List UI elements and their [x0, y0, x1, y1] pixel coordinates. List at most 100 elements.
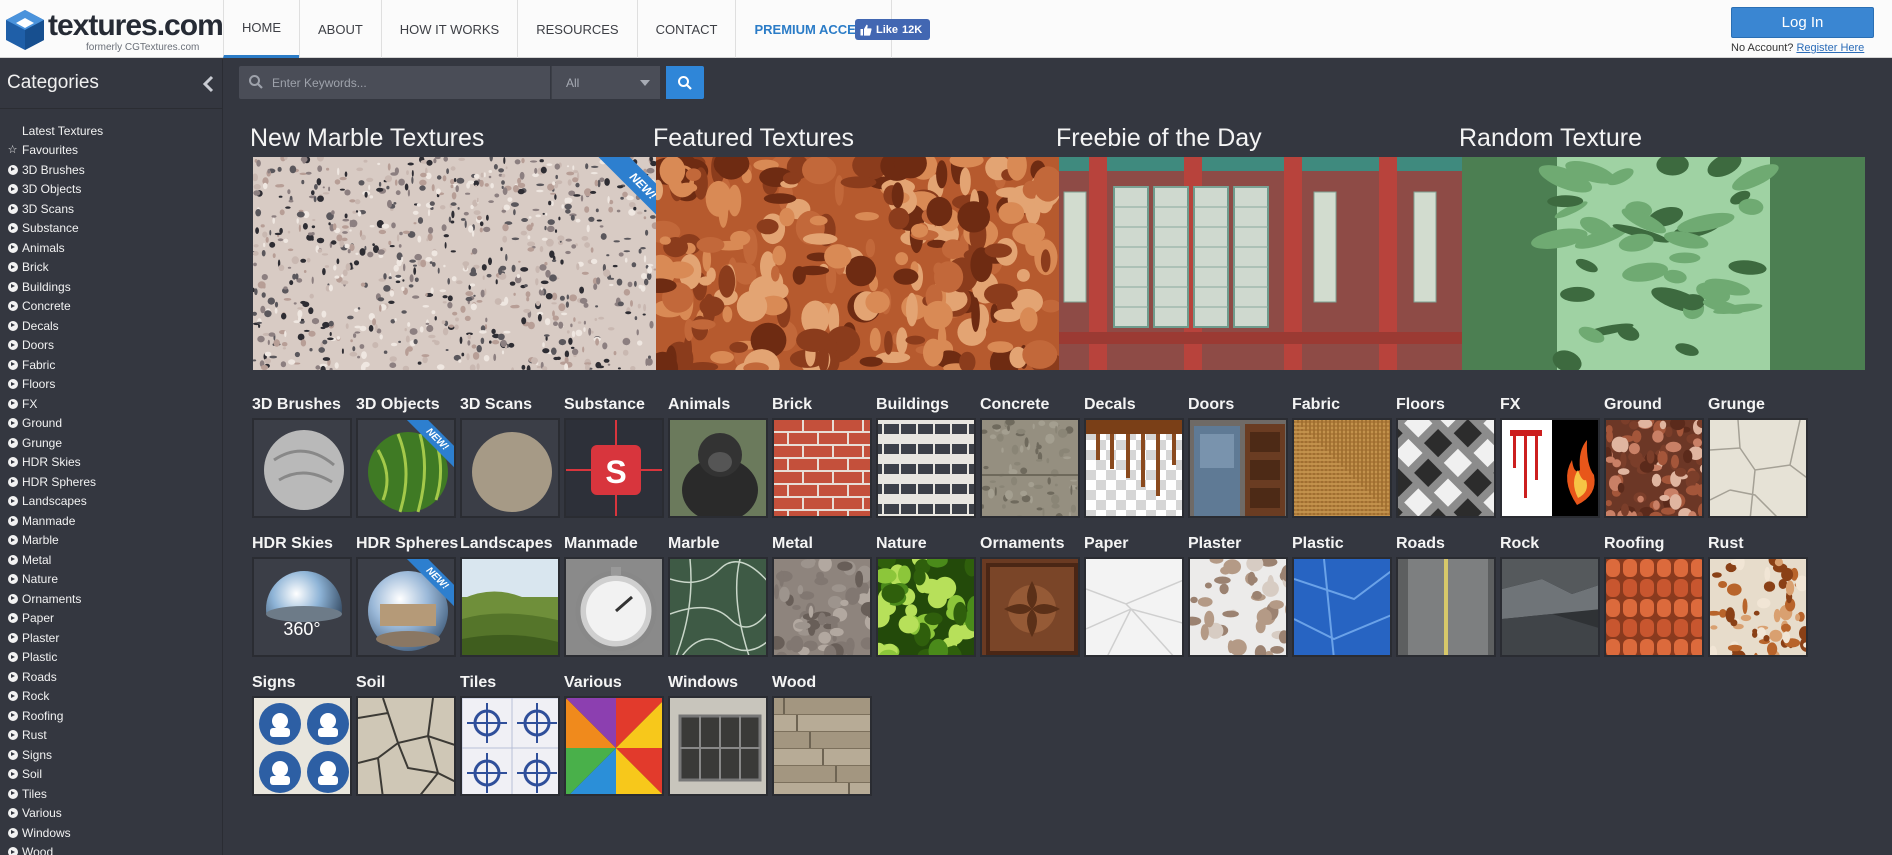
sidebar-item-plaster[interactable]: Plaster [0, 628, 222, 648]
category-thumbnail-fabric[interactable] [1292, 418, 1392, 518]
sidebar-item-substance[interactable]: Substance [0, 219, 222, 239]
category-thumbnail-buildings[interactable] [876, 418, 976, 518]
sidebar-item-plastic[interactable]: Plastic [0, 648, 222, 668]
search-button[interactable] [666, 66, 704, 99]
arrow-circle-icon [7, 535, 18, 546]
sidebar-item-fx[interactable]: FX [0, 394, 222, 414]
sidebar-item-label: Plastic [22, 650, 58, 665]
category-thumbnail-ornaments[interactable] [980, 557, 1080, 657]
category-thumbnail-3d-brushes[interactable] [252, 418, 352, 518]
featured-image-random-texture[interactable] [1462, 157, 1865, 370]
register-link[interactable]: Register Here [1796, 42, 1864, 54]
sidebar-item-decals[interactable]: Decals [0, 316, 222, 336]
sidebar-item-3d-scans[interactable]: 3D Scans [0, 199, 222, 219]
category-thumbnail-landscapes[interactable] [460, 557, 560, 657]
category-thumbnail-plaster[interactable] [1188, 557, 1288, 657]
featured-image-new-marble-textures[interactable]: NEW! [253, 157, 656, 370]
arrow-circle-icon [7, 164, 18, 175]
sidebar-item-hdr-skies[interactable]: HDR Skies [0, 453, 222, 473]
sidebar-item-label: Soil [22, 767, 43, 782]
sidebar-item-wood[interactable]: Wood [0, 843, 222, 855]
category-thumbnail-roads[interactable] [1396, 557, 1496, 657]
sidebar-item-various[interactable]: Various [0, 804, 222, 824]
category-tile-label: Rust [1708, 535, 1744, 552]
category-thumbnail-rock[interactable] [1500, 557, 1600, 657]
sidebar-item-label: 3D Brushes [22, 162, 85, 177]
category-thumbnail-nature[interactable] [876, 557, 976, 657]
category-thumbnail-brick[interactable] [772, 418, 872, 518]
facebook-like-button[interactable]: Like 12K [855, 19, 930, 40]
nav-home[interactable]: HOME [223, 0, 299, 58]
sidebar-item-paper[interactable]: Paper [0, 609, 222, 629]
category-thumbnail-wood[interactable] [772, 696, 872, 796]
sidebar-item-nature[interactable]: Nature [0, 570, 222, 590]
category-thumbnail-roofing[interactable] [1604, 557, 1704, 657]
sidebar-item-latest-textures[interactable]: Latest Textures [0, 121, 222, 141]
sidebar-item-roofing[interactable]: Roofing [0, 706, 222, 726]
category-thumbnail-various[interactable] [564, 696, 664, 796]
sidebar-item-ground[interactable]: Ground [0, 414, 222, 434]
category-thumbnail-concrete[interactable] [980, 418, 1080, 518]
category-thumbnail-hdr-spheres[interactable]: NEW! [356, 557, 456, 657]
sidebar-item-ornaments[interactable]: Ornaments [0, 589, 222, 609]
site-logo[interactable]: textures.com formerly CGTextures.com [4, 8, 224, 54]
arrow-circle-icon [7, 574, 18, 585]
nav-resources[interactable]: RESOURCES [517, 0, 636, 58]
category-thumbnail-animals[interactable] [668, 418, 768, 518]
category-thumbnail-ground[interactable] [1604, 418, 1704, 518]
category-thumbnail-marble[interactable] [668, 557, 768, 657]
category-thumbnail-fx[interactable] [1500, 418, 1600, 518]
sidebar-item-tiles[interactable]: Tiles [0, 784, 222, 804]
sidebar-item-brick[interactable]: Brick [0, 258, 222, 278]
login-button[interactable]: Log In [1731, 7, 1874, 38]
category-thumbnail-metal[interactable] [772, 557, 872, 657]
chevron-left-icon[interactable] [199, 74, 219, 94]
sidebar-item-buildings[interactable]: Buildings [0, 277, 222, 297]
sidebar-item-concrete[interactable]: Concrete [0, 297, 222, 317]
sidebar-item-soil[interactable]: Soil [0, 765, 222, 785]
sidebar-item-manmade[interactable]: Manmade [0, 511, 222, 531]
sidebar-item-hdr-spheres[interactable]: HDR Spheres [0, 472, 222, 492]
sidebar-item-fabric[interactable]: Fabric [0, 355, 222, 375]
category-thumbnail-tiles[interactable] [460, 696, 560, 796]
category-thumbnail-signs[interactable] [252, 696, 352, 796]
category-thumbnail-decals[interactable] [1084, 418, 1184, 518]
sidebar-item-landscapes[interactable]: Landscapes [0, 492, 222, 512]
category-thumbnail-3d-objects[interactable]: NEW! [356, 418, 456, 518]
sidebar-item-grunge[interactable]: Grunge [0, 433, 222, 453]
category-thumbnail-grunge[interactable] [1708, 418, 1808, 518]
category-thumbnail-soil[interactable] [356, 696, 456, 796]
sidebar-item-rock[interactable]: Rock [0, 687, 222, 707]
sidebar-item-signs[interactable]: Signs [0, 745, 222, 765]
category-thumbnail-paper[interactable] [1084, 557, 1184, 657]
sidebar-item-label: Manmade [22, 513, 76, 528]
arrow-circle-icon [7, 476, 18, 487]
category-thumbnail-plastic[interactable] [1292, 557, 1392, 657]
featured-image-freebie-of-the-day[interactable] [1059, 157, 1462, 370]
search-filter-select[interactable]: All [551, 66, 660, 99]
category-thumbnail-doors[interactable] [1188, 418, 1288, 518]
sidebar-item-roads[interactable]: Roads [0, 667, 222, 687]
featured-image-featured-textures[interactable] [656, 157, 1059, 370]
category-thumbnail-floors[interactable] [1396, 418, 1496, 518]
sidebar-item-animals[interactable]: Animals [0, 238, 222, 258]
category-thumbnail-3d-scans[interactable] [460, 418, 560, 518]
sidebar-item-rust[interactable]: Rust [0, 726, 222, 746]
category-thumbnail-substance[interactable]: S [564, 418, 664, 518]
search-input[interactable] [272, 66, 542, 99]
sidebar-item-3d-brushes[interactable]: 3D Brushes [0, 160, 222, 180]
sidebar-item-metal[interactable]: Metal [0, 550, 222, 570]
nav-contact[interactable]: CONTACT [636, 0, 736, 58]
sidebar-item-favourites[interactable]: ☆ Favourites [0, 141, 222, 161]
category-thumbnail-windows[interactable] [668, 696, 768, 796]
sidebar-item-marble[interactable]: Marble [0, 531, 222, 551]
category-thumbnail-manmade[interactable] [564, 557, 664, 657]
nav-how-it-works[interactable]: HOW IT WORKS [380, 0, 517, 58]
category-thumbnail-rust[interactable] [1708, 557, 1808, 657]
nav-about[interactable]: ABOUT [299, 0, 381, 58]
category-thumbnail-hdr-skies[interactable]: 360° [252, 557, 352, 657]
sidebar-item-3d-objects[interactable]: 3D Objects [0, 180, 222, 200]
sidebar-item-windows[interactable]: Windows [0, 823, 222, 843]
sidebar-item-doors[interactable]: Doors [0, 336, 222, 356]
sidebar-item-floors[interactable]: Floors [0, 375, 222, 395]
